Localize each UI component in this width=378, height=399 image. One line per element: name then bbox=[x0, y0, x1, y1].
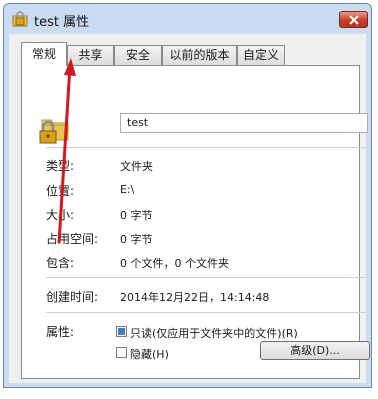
hidden-label[interactable]: 隐藏(H) bbox=[130, 346, 169, 362]
window-title: test 属性 bbox=[34, 15, 90, 30]
separator bbox=[46, 312, 366, 313]
dialog-client: 常规 共享 安全 以前的版本 自定义 test 类型: 文件夹 位置: E:\ … bbox=[9, 34, 370, 383]
tab-sharing[interactable]: 共享 bbox=[67, 45, 114, 65]
location-value: E:\ bbox=[120, 183, 135, 196]
created-value: 2014年12月22日，14:14:48 bbox=[120, 291, 270, 304]
separator bbox=[46, 277, 366, 278]
readonly-checkbox[interactable] bbox=[116, 326, 127, 337]
tab-general[interactable]: 常规 bbox=[21, 42, 67, 66]
contains-label: 包含: bbox=[46, 256, 75, 270]
lock-folder-icon bbox=[39, 119, 69, 144]
size-label: 大小: bbox=[46, 208, 75, 222]
tab-previous-versions-label: 以前的版本 bbox=[169, 48, 230, 62]
attributes-label: 属性: bbox=[46, 325, 75, 339]
general-tab-panel: test 类型: 文件夹 位置: E:\ 大小: 0 字节 占用空间: 0 字节… bbox=[21, 65, 370, 379]
title-bar[interactable]: test 属性 bbox=[4, 4, 371, 34]
readonly-label[interactable]: 只读(仅应用于文件夹中的文件)(R) bbox=[130, 325, 298, 341]
tab-security-label: 安全 bbox=[125, 48, 150, 62]
lock-folder-icon bbox=[12, 11, 28, 27]
tab-customize-label: 自定义 bbox=[242, 48, 279, 62]
contains-value: 0 个文件，0 个文件夹 bbox=[120, 257, 229, 270]
tab-previous-versions[interactable]: 以前的版本 bbox=[162, 45, 237, 65]
tab-sharing-label: 共享 bbox=[78, 48, 103, 62]
advanced-button-label: 高级(D)... bbox=[290, 344, 340, 357]
tab-general-label: 常规 bbox=[31, 47, 56, 61]
tab-customize[interactable]: 自定义 bbox=[237, 45, 285, 65]
advanced-button[interactable]: 高级(D)... bbox=[260, 341, 370, 360]
type-value: 文件夹 bbox=[120, 160, 153, 173]
folder-name-input[interactable]: test bbox=[120, 113, 368, 133]
hidden-checkbox[interactable] bbox=[116, 347, 127, 358]
size-on-disk-value: 0 字节 bbox=[120, 233, 153, 246]
created-label: 创建时间: bbox=[46, 290, 99, 304]
tab-security[interactable]: 安全 bbox=[114, 45, 162, 65]
size-value: 0 字节 bbox=[120, 209, 153, 222]
close-button[interactable] bbox=[339, 11, 368, 28]
separator bbox=[46, 147, 366, 148]
type-label: 类型: bbox=[46, 159, 75, 173]
location-label: 位置: bbox=[46, 184, 75, 198]
close-icon bbox=[349, 15, 359, 25]
size-on-disk-label: 占用空间: bbox=[46, 232, 99, 246]
properties-window: test 属性 常规 共享 安全 以前的版本 自定义 test 类型: 文件夹 … bbox=[3, 3, 372, 388]
